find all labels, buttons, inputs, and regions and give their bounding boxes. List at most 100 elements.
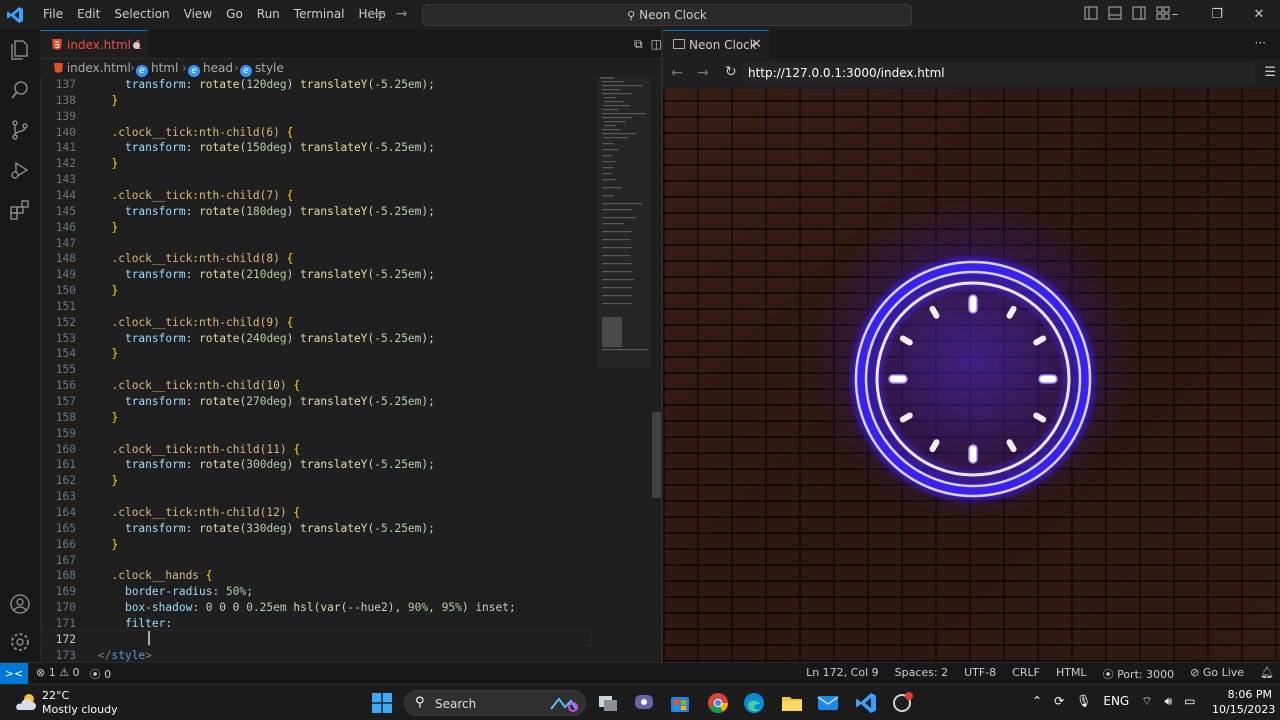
toggle-panel-icon[interactable] [1108,6,1122,20]
mail-icon[interactable] [816,691,840,715]
url-input[interactable]: http://127.0.0.1:3000/index.html [743,62,1255,84]
chrome-icon[interactable] [706,691,730,715]
line-number: 146 [55,220,76,234]
menu-edit[interactable]: Edit [70,0,107,30]
cloudy-weather-icon [16,694,36,710]
input-language[interactable]: ENG [1103,694,1129,709]
taskbar-search[interactable]: ⚲ Search [404,690,586,716]
volume-icon[interactable]: 🔊︎ [1165,694,1173,709]
line-number: 148 [55,252,76,266]
unsaved-dot-icon[interactable] [133,42,140,49]
line-number: 153 [55,331,76,345]
browser-forward-icon[interactable]: → [697,65,709,81]
search-highlight-icon [550,697,578,712]
close-icon[interactable]: ✕ [1238,0,1280,30]
taskbar-time[interactable]: 8:06 PM [1222,688,1272,701]
store-icon[interactable] [668,691,692,715]
line-number: 155 [55,363,76,377]
task-view-icon[interactable] [596,691,620,715]
line-number: 154 [55,347,76,361]
browser-tab-strip: ··· [769,30,1280,58]
menu-terminal[interactable]: Terminal [287,0,352,30]
chat-icon[interactable] [632,691,656,715]
line-number: 169 [55,585,76,599]
extensions-icon[interactable] [8,198,32,222]
clock-tick [888,374,908,384]
breadcrumb-style-label: style [255,61,284,75]
broadcast-icon: ⦿ [1102,668,1114,681]
command-center-search[interactable]: ⚲ Neon Clock [422,4,912,26]
breadcrumb-file[interactable]: index.html [54,61,131,75]
source-control-icon[interactable] [8,118,32,142]
accounts-icon[interactable] [8,592,32,616]
breadcrumb-html[interactable]: e html [136,61,178,77]
clock-tick [929,305,940,319]
line-number: 167 [55,553,76,567]
menu-view[interactable]: View [177,0,219,30]
menu-selection[interactable]: Selection [107,0,176,30]
warning-count: 0 [72,666,80,679]
maximize-icon[interactable]: ❐ [1196,0,1238,30]
microphone-icon[interactable]: 🎙︎ [1076,694,1091,709]
line-number: 164 [55,505,76,519]
toggle-secondary-sidebar-icon[interactable] [1132,6,1146,20]
code-editor[interactable]: 137 transform: rotate(120deg) translateY… [40,77,600,662]
menu-run[interactable]: Run [250,0,287,30]
chevron-up-icon[interactable]: ⌃ [1032,694,1042,709]
toggle-primary-sidebar-icon[interactable] [1084,6,1098,20]
edge-icon[interactable] [742,691,766,715]
indentation[interactable]: Spaces: 2 [895,666,948,682]
windows-start-icon[interactable] [372,693,392,713]
more-actions-icon[interactable]: ··· [1255,36,1266,50]
taskbar-date[interactable]: 10/15/2023 [1212,703,1275,716]
breadcrumb-style[interactable]: e style [240,61,284,77]
open-preview-icon[interactable]: ⧉ [634,37,643,52]
windows-taskbar: 22°C Mostly cloudy ⚲ Search ⌃ ⟳ 🎙︎ ENG ⌔… [0,684,1280,720]
menu-go[interactable]: Go [219,0,250,30]
minimize-icon[interactable]: – [1154,0,1196,30]
simple-browser-pane: Neon Clock ✕ ··· ← → ↻ http://127.0.0.1:… [663,30,1280,662]
minimap[interactable] [598,77,650,662]
go-back-icon[interactable]: ← [374,6,386,22]
sync-icon[interactable]: ⟳ [1054,694,1064,709]
line-number: 147 [55,236,76,250]
language-mode[interactable]: HTML [1056,666,1087,682]
close-tab-icon[interactable]: ✕ [751,37,762,52]
go-live-label: Go Live [1202,666,1245,679]
reload-icon[interactable]: ↻ [725,64,737,80]
code-line: .clock__hands { [111,569,213,583]
tab-neon-clock[interactable]: Neon Clock ✕ [663,30,769,58]
browser-tab-label: Neon Clock [689,38,757,52]
notifications-bell-icon[interactable]: 🔔︎ [1260,666,1274,682]
search-icon[interactable] [8,78,32,102]
file-explorer-icon[interactable] [780,691,804,715]
explorer-icon[interactable] [8,38,32,62]
browser-tab-icon [673,39,685,49]
run-debug-icon[interactable] [8,158,32,182]
problems-indicator[interactable]: ⊗ 1 ⚠ 0 [36,666,80,682]
remote-indicator-icon[interactable]: >< [0,663,28,684]
chevron-right-icon: › [182,61,187,75]
end-of-line[interactable]: CRLF [1012,666,1040,682]
browser-menu-icon[interactable]: ☰ [1264,65,1276,80]
ports-indicator[interactable]: ⦿ 0 [90,666,112,682]
breadcrumb-head[interactable]: e head [188,61,233,77]
settings-gear-icon[interactable] [8,630,32,654]
vscode-logo-icon [7,7,23,23]
chevron-right-icon: › [234,61,239,75]
go-forward-icon[interactable]: → [396,6,408,22]
wifi-icon[interactable]: ⌔ [1141,694,1152,709]
editor-scrollbar[interactable] [652,412,661,498]
line-number: 170 [55,601,76,615]
live-server-port[interactable]: ⦿ Port: 3000 [1103,666,1175,682]
vscode-taskbar-icon[interactable] [854,691,878,715]
cursor-position[interactable]: Ln 172, Col 9 [806,666,879,682]
browser-back-icon[interactable]: ← [671,65,683,81]
battery-icon[interactable]: ▭ [1184,694,1195,709]
code-line: box-shadow: 0 0 0 0.25em hsl(var(--hue2)… [124,601,516,615]
encoding[interactable]: UTF-8 [964,666,996,682]
go-live-button[interactable]: ⊘ Go Live [1190,666,1244,682]
menu-file[interactable]: File [36,0,70,30]
tab-index-html[interactable]: index.html 1 [40,30,148,58]
app-icon-red-badge[interactable] [890,691,914,715]
